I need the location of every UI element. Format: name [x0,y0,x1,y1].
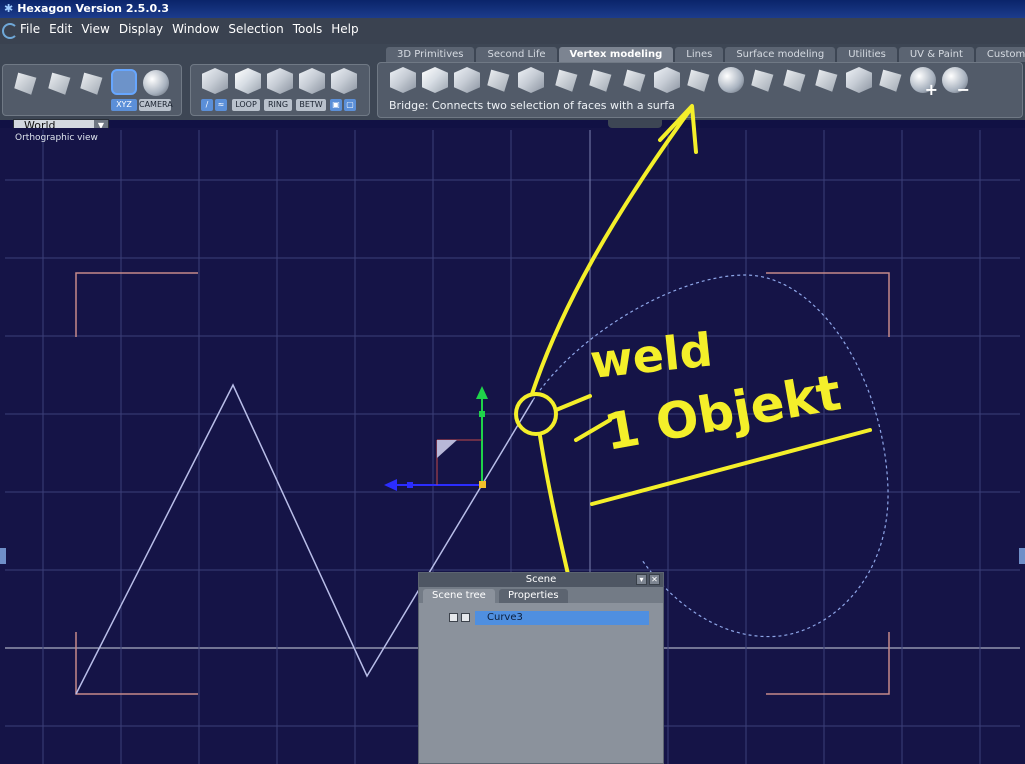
camera-button[interactable]: CAMERA [139,99,173,111]
knife-tool-icon[interactable] [623,69,646,92]
extrude-tool-icon[interactable] [390,67,416,93]
tab-second-life[interactable]: Second Life [476,47,557,62]
scene-panel-tabs: Scene tree Properties [419,587,663,603]
select-brush-icon[interactable]: ≈ [215,99,227,111]
boolean-tool-icon[interactable] [846,67,872,93]
weld-tool-icon[interactable] [718,67,744,93]
object-mode-icon[interactable] [299,68,325,94]
between-button[interactable]: BETW [296,99,326,111]
panel-menu-icon[interactable]: ▾ [636,574,647,585]
tab-uv-paint[interactable]: UV & Paint [898,47,974,62]
tab-properties[interactable]: Properties [499,589,568,603]
chamfer-tool-icon[interactable] [654,67,680,93]
menu-view[interactable]: View [81,22,109,36]
lock-icon[interactable] [449,613,458,622]
lasso-icon[interactable] [48,72,71,95]
edge-mode-icon[interactable] [235,68,261,94]
tab-custom[interactable]: Custom [975,47,1025,62]
transform-gizmo[interactable] [384,386,488,491]
menu-tools[interactable]: Tools [293,22,323,36]
select-pen-icon[interactable]: / [201,99,213,111]
symmetry-tool-icon[interactable] [815,69,838,92]
xyz-button[interactable]: XYZ [111,99,137,111]
tab-lines[interactable]: Lines [675,47,724,62]
window-title: Hexagon Version 2.5.0.3 [17,2,169,15]
auto-mode-icon[interactable] [331,68,357,94]
thickness-tool-icon[interactable] [879,69,902,92]
title-bar: ✱ Hexagon Version 2.5.0.3 [0,0,1025,18]
ghost-icon[interactable] [143,70,169,96]
tab-utilities[interactable]: Utilities [837,47,897,62]
left-panel-toggle[interactable] [0,548,6,564]
grow-selection-icon[interactable]: ▣ [330,99,342,111]
tab-vertex-modeling[interactable]: Vertex modeling [558,47,674,62]
tab-scene-tree[interactable]: Scene tree [423,589,495,603]
app-menu-icon[interactable] [2,23,18,39]
slice-tool-icon[interactable] [518,67,544,93]
scene-item-curve3[interactable]: Curve3 [475,611,649,625]
scene-item-toggles [449,613,470,622]
scene-panel-header: Scene ▾ ✕ [419,573,663,587]
smooth-tool-icon[interactable] [783,69,806,92]
remove-detail-icon[interactable] [942,67,970,99]
cut-tool-icon[interactable] [555,69,578,92]
selection-mode-panel: / ≈ LOOP RING BETW ▣ ▢ [190,64,370,116]
tool-tip-status: Bridge: Connects two selection of faces … [389,99,675,112]
toolbar-area: 3D Primitives Second Life Vertex modelin… [0,44,1025,133]
fill-hole-icon[interactable] [751,69,774,92]
menu-help[interactable]: Help [331,22,358,36]
bridge-tool-icon[interactable] [687,69,710,92]
viewport-label: Orthographic view [15,133,98,143]
tweak-tool-icon[interactable] [487,69,510,92]
universal-manipulator-icon[interactable] [111,69,137,95]
scene-panel-title: Scene [525,574,557,585]
menu-selection[interactable]: Selection [228,22,283,36]
menu-bar: File Edit View Display Window Selection … [0,18,1025,44]
paint-select-icon[interactable] [80,72,103,95]
bevel-tool-icon[interactable] [422,67,448,93]
tab-3d-primitives[interactable]: 3D Primitives [386,47,475,62]
point-mode-icon[interactable] [202,68,228,94]
panel-splitter[interactable] [608,120,662,128]
right-panel-toggle[interactable] [1019,548,1025,564]
inset-tool-icon[interactable] [454,67,480,93]
app-logo-icon: ✱ [4,2,14,15]
eye-icon[interactable] [461,613,470,622]
ring-button[interactable]: RING [264,99,292,111]
shrink-selection-icon[interactable]: ▢ [344,99,356,111]
loop-button[interactable]: LOOP [232,99,260,111]
menu-window[interactable]: Window [172,22,219,36]
split-tool-icon[interactable] [589,69,612,92]
select-arrow-icon[interactable] [14,72,37,95]
scene-panel: Scene ▾ ✕ Scene tree Properties Curve3 [418,572,664,764]
face-mode-icon[interactable] [267,68,293,94]
menu-edit[interactable]: Edit [49,22,72,36]
tool-tabs: 3D Primitives Second Life Vertex modelin… [386,47,1025,62]
close-icon[interactable]: ✕ [649,574,660,585]
menu-display[interactable]: Display [119,22,163,36]
menu-file[interactable]: File [20,22,40,36]
add-detail-icon[interactable] [910,67,938,99]
tab-surface-modeling[interactable]: Surface modeling [725,47,836,62]
manipulator-panel: World ▼ XYZ CAMERA [2,64,182,133]
